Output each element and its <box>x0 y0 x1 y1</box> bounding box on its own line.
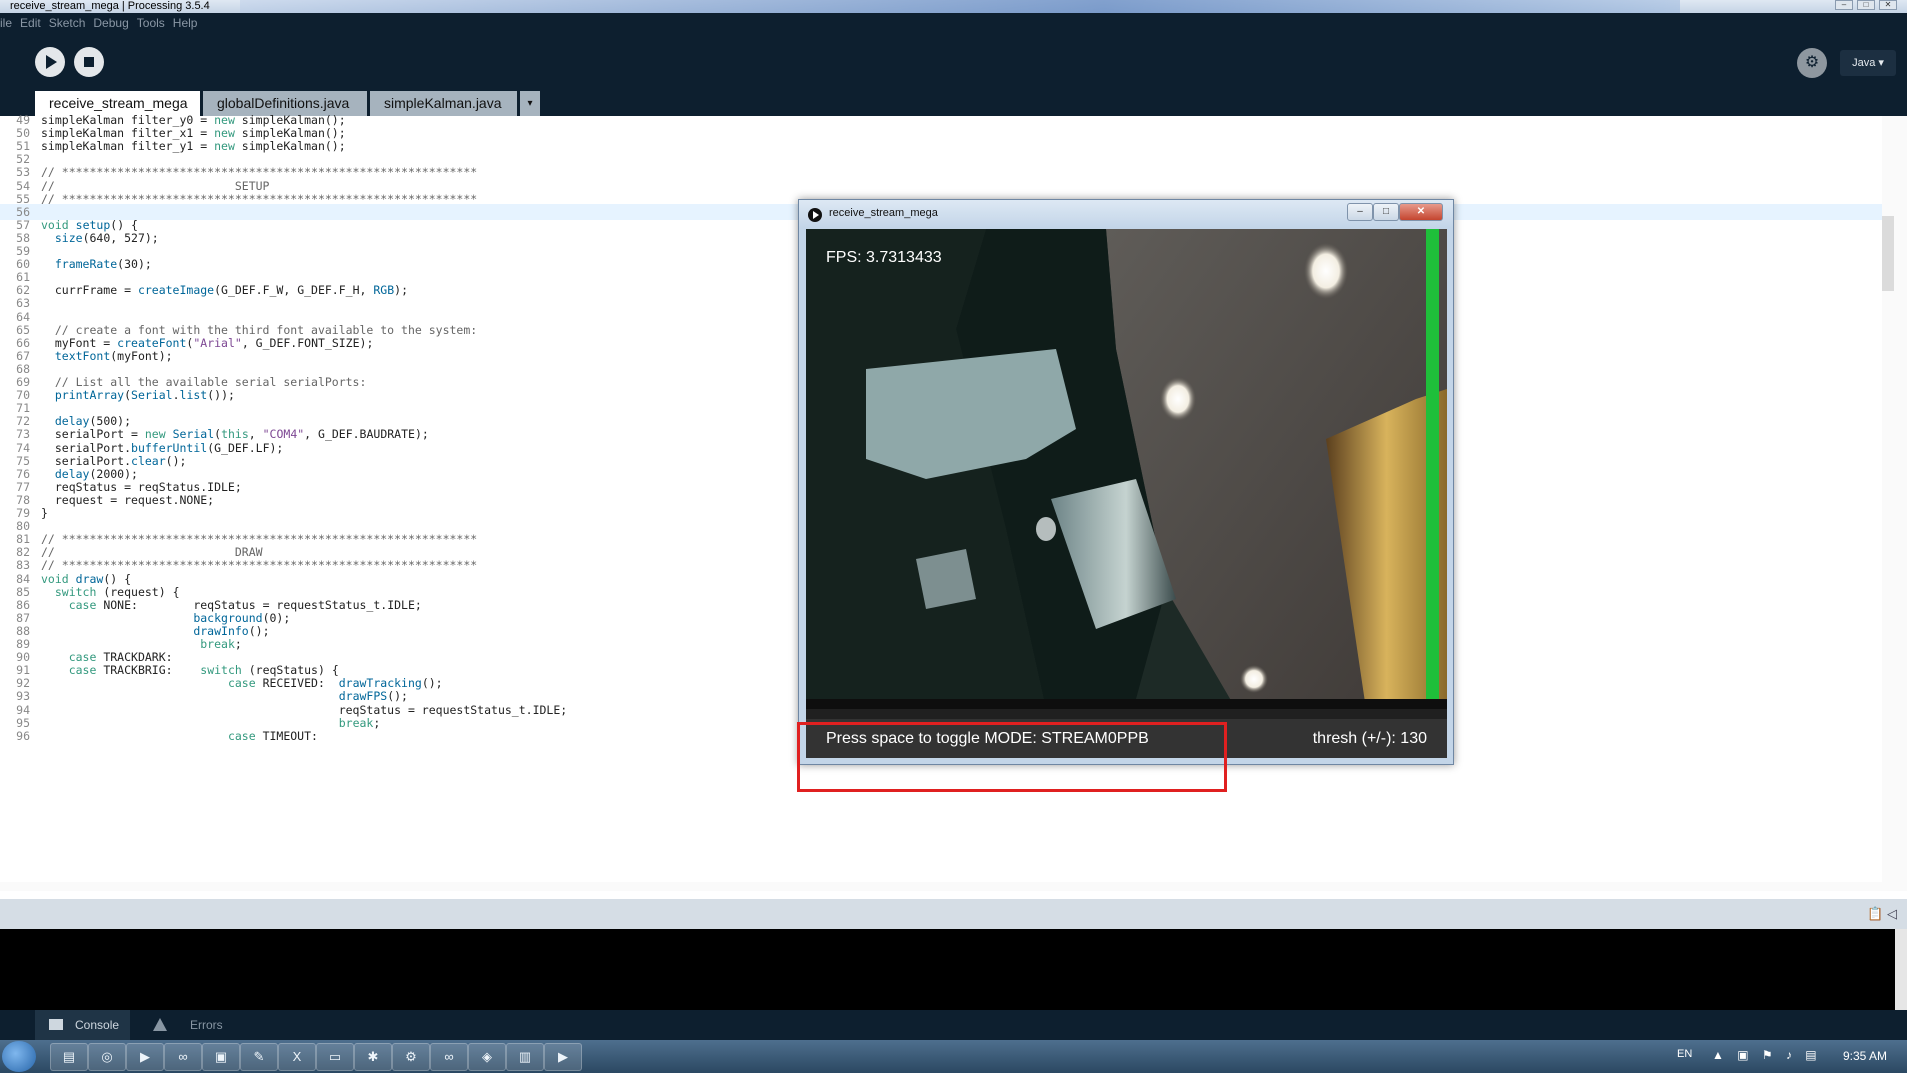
close-button[interactable]: ✕ <box>1879 0 1897 10</box>
sketch-window[interactable]: receive_stream_mega – □ ✕ FPS: 3.7313433… <box>798 199 1454 765</box>
horizontal-scrollbar[interactable] <box>0 882 1882 891</box>
menu-bar: ile Edit Sketch Debug Tools Help <box>0 13 1907 33</box>
terminal-icon[interactable]: ▣ <box>202 1043 240 1071</box>
stop-icon <box>84 57 94 67</box>
line-number: 96 <box>16 728 30 743</box>
sketch-canvas[interactable]: FPS: 3.7313433 Press space to toggle MOD… <box>806 229 1447 758</box>
errors-tab-label: Errors <box>190 1018 223 1032</box>
window-titlebar: receive_stream_mega | Processing 3.5.4 –… <box>0 0 1907 13</box>
sketch-minimize-button[interactable]: – <box>1347 203 1373 221</box>
console-tabbar: Console Errors <box>0 1010 1907 1040</box>
window-icon[interactable]: ▭ <box>316 1043 354 1071</box>
errors-tab[interactable]: Errors <box>145 1010 240 1040</box>
arduino-icon[interactable]: ∞ <box>164 1043 202 1071</box>
camera-feed-image <box>806 229 1447 709</box>
bug-icon[interactable]: ✱ <box>354 1043 392 1071</box>
highlight-annotation-box <box>797 722 1227 792</box>
menu-tools[interactable]: Tools <box>137 13 165 33</box>
console-scrollbar[interactable] <box>1895 929 1907 1010</box>
sketch-maximize-button[interactable]: □ <box>1373 203 1399 221</box>
menu-help[interactable]: Help <box>173 13 198 33</box>
notes-icon[interactable]: ▥ <box>506 1043 544 1071</box>
processing-icon[interactable]: ▶ <box>126 1043 164 1071</box>
sketch-title: receive_stream_mega <box>829 207 938 219</box>
menu-edit[interactable]: Edit <box>20 13 41 33</box>
debug-button[interactable]: ⚙ <box>1797 48 1827 78</box>
processing-icon <box>808 208 822 222</box>
console-icon <box>49 1019 63 1030</box>
console-output[interactable] <box>0 929 1907 1010</box>
fps-readout: FPS: 3.7313433 <box>826 249 942 266</box>
start-button[interactable] <box>2 1041 36 1072</box>
sketch-titlebar[interactable]: receive_stream_mega – □ ✕ <box>799 200 1453 228</box>
scrollbar-thumb[interactable] <box>1882 216 1894 291</box>
play-icon <box>46 55 57 69</box>
code-text[interactable]: case TIMEOUT: <box>41 729 318 743</box>
titlebar-glass <box>240 0 1680 13</box>
window-controls: – □ ✕ <box>1835 0 1897 13</box>
mode-selector[interactable]: Java ▾ <box>1840 50 1896 76</box>
toolbar: ⚙ Java ▾ <box>0 33 1907 89</box>
tray-icons[interactable]: ▲ ▣ ⚑ ♪ ▤ <box>1712 1048 1822 1062</box>
minimize-button[interactable]: – <box>1835 0 1853 10</box>
x-icon[interactable]: X <box>278 1043 316 1071</box>
sketch-close-button[interactable]: ✕ <box>1399 203 1443 221</box>
maximize-button[interactable]: □ <box>1857 0 1875 10</box>
vertical-scrollbar[interactable] <box>1882 116 1907 891</box>
status-strip <box>0 891 1907 899</box>
folder-icon[interactable]: ▤ <box>50 1043 88 1071</box>
clock[interactable]: 9:35 AM <box>1843 1049 1887 1063</box>
window-title: receive_stream_mega | Processing 3.5.4 <box>10 0 210 12</box>
browser-icon[interactable]: ◎ <box>88 1043 126 1071</box>
console-header: 📋 ◁ <box>0 899 1907 929</box>
menu-file[interactable]: ile <box>0 13 12 33</box>
taskbar: ▤ ◎ ▶ ∞ ▣ ✎ X ▭ ✱ ⚙ ∞ ◈ ▥ ▶ EN ▲ ▣ ⚑ ♪ ▤ 9:35 AM <box>0 1040 1907 1073</box>
console-tab[interactable]: Console <box>35 1010 130 1040</box>
settings-icon[interactable]: ⚙ <box>392 1043 430 1071</box>
menu-debug[interactable]: Debug <box>93 13 128 33</box>
menu-sketch[interactable]: Sketch <box>49 13 86 33</box>
console-tab-label: Console <box>75 1018 120 1032</box>
console-icons[interactable]: 📋 ◁ <box>1867 906 1897 922</box>
stop-button[interactable] <box>74 47 104 77</box>
language-indicator[interactable]: EN <box>1677 1048 1692 1060</box>
threshold-readout: thresh (+/-): 130 <box>1312 730 1427 747</box>
debugger-icon: ⚙ <box>1804 54 1820 71</box>
editor-icon[interactable]: ✎ <box>240 1043 278 1071</box>
network-icon[interactable]: ◈ <box>468 1043 506 1071</box>
run-button[interactable] <box>35 47 65 77</box>
warning-icon <box>153 1018 167 1031</box>
arduino-icon[interactable]: ∞ <box>430 1043 468 1071</box>
play-icon[interactable]: ▶ <box>544 1043 582 1071</box>
